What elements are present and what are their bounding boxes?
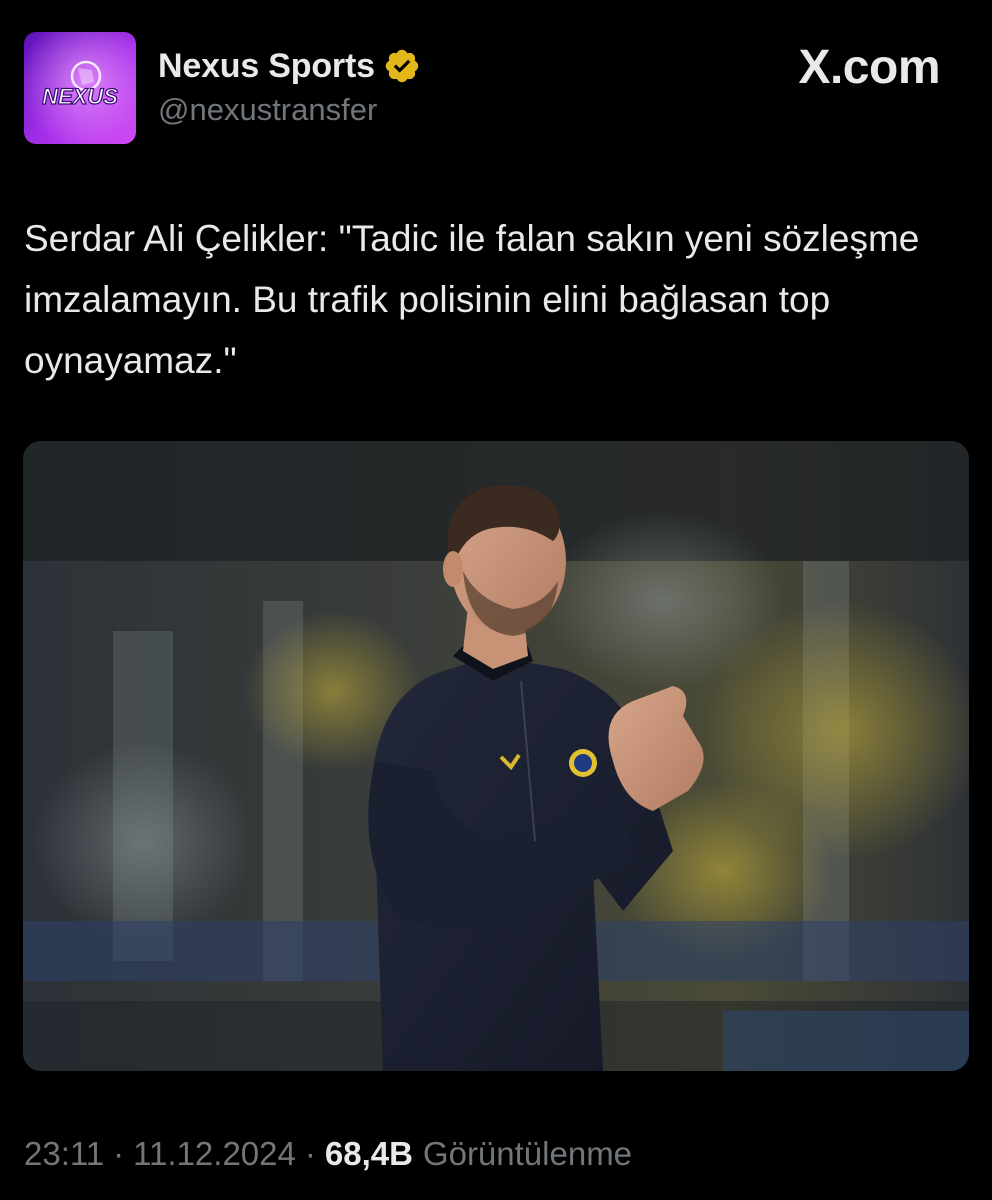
avatar[interactable]: NEXUS	[24, 32, 136, 144]
views-count: 68,4B	[324, 1135, 413, 1172]
tweet-text: Serdar Ali Çelikler: "Tadic ile falan sa…	[24, 218, 920, 381]
author-name-row[interactable]: Nexus Sports	[158, 44, 421, 88]
x-logo: X.com	[798, 41, 940, 94]
svg-text:NEXUS: NEXUS	[42, 84, 118, 109]
meta-separator: ·	[304, 1135, 316, 1172]
tweet-date[interactable]: 11.12.2024	[133, 1135, 296, 1173]
meta-separator: ·	[113, 1135, 125, 1172]
verified-badge-icon	[383, 47, 421, 85]
tweet-meta: 23:11 · 11.12.2024 · 68,4B Görüntülenme	[24, 1130, 632, 1178]
views-label: Görüntülenme	[422, 1135, 633, 1172]
tweet-time[interactable]: 23:11	[24, 1135, 104, 1173]
nexus-logo: NEXUS	[24, 32, 136, 144]
author-display-name[interactable]: Nexus Sports	[158, 47, 375, 86]
tweet-photo[interactable]	[23, 441, 969, 1071]
author-handle[interactable]: @nexustransfer	[158, 92, 377, 128]
